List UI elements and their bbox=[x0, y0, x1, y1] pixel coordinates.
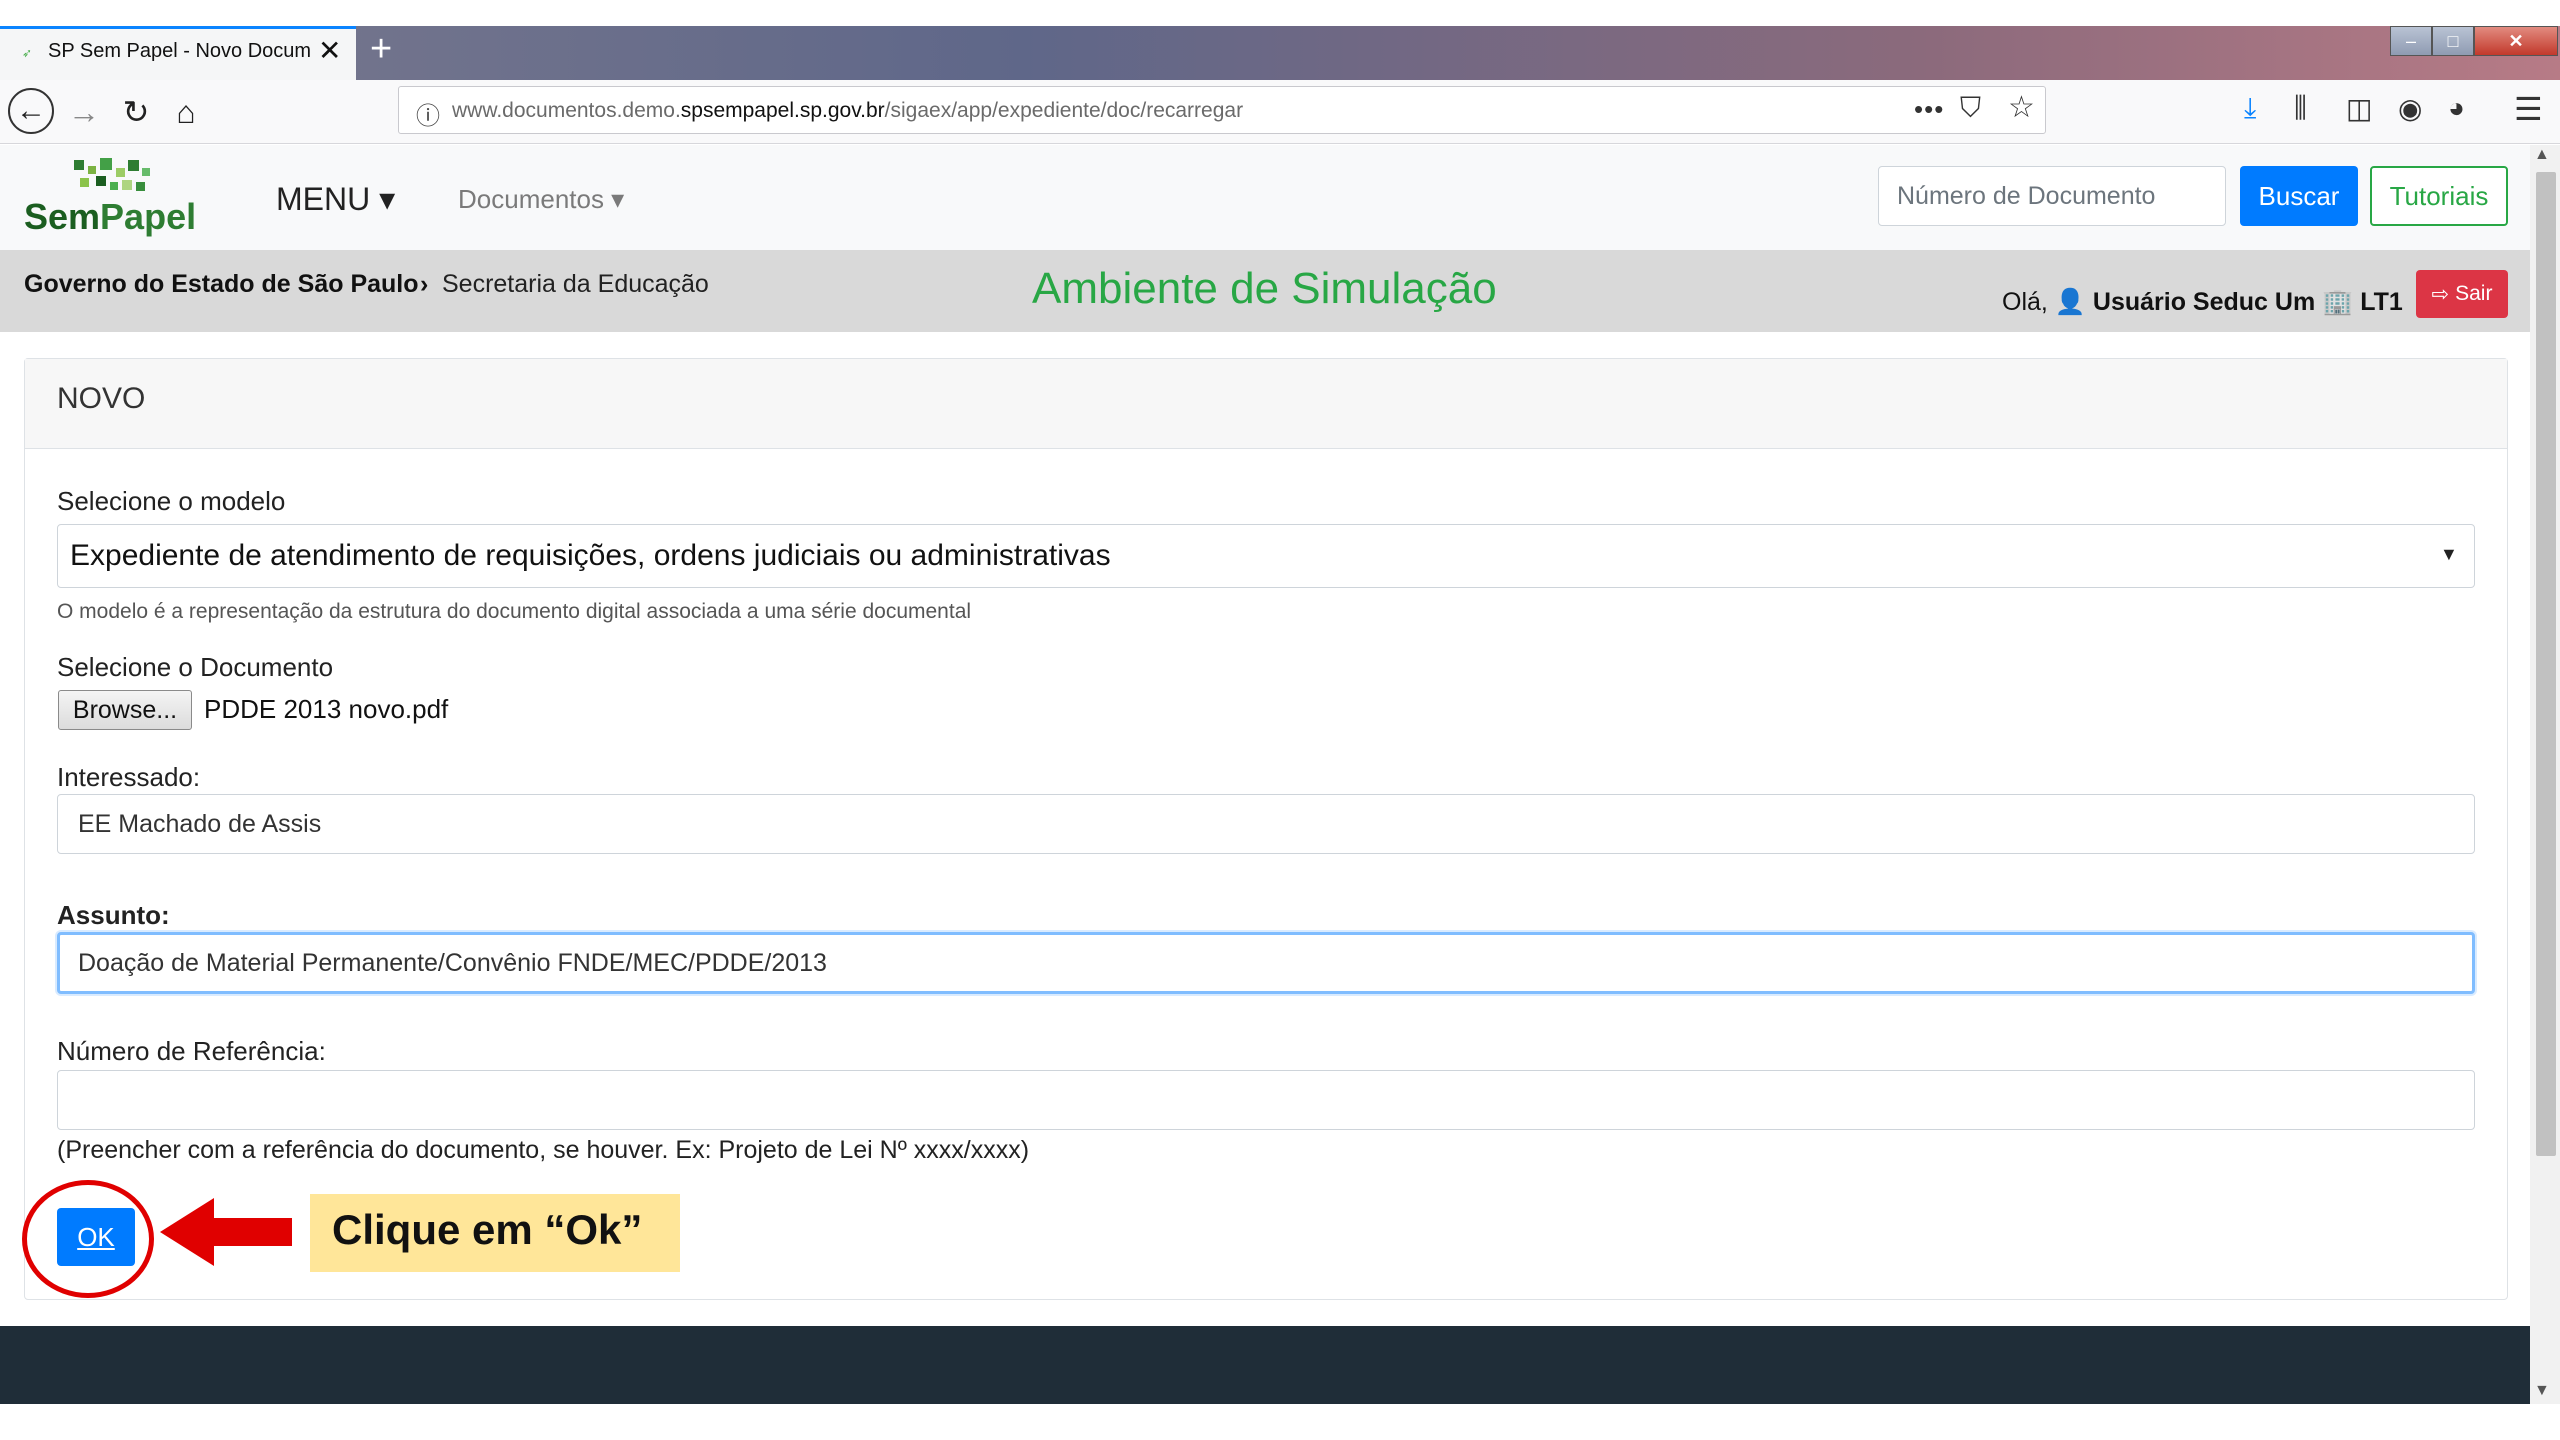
interessado-label: Interessado: bbox=[57, 762, 201, 792]
arrow-shaft bbox=[212, 1218, 292, 1246]
reload-button[interactable]: ↻ bbox=[112, 88, 160, 136]
window-controls: – □ ✕ bbox=[2390, 26, 2558, 56]
highlight-circle bbox=[22, 1180, 154, 1298]
download-icon[interactable]: ⤓ bbox=[2244, 92, 2256, 125]
url-prefix: www.documentos.demo. bbox=[452, 99, 681, 122]
tab-favicon-icon: ➶ bbox=[22, 46, 33, 60]
minimize-window-button[interactable]: – bbox=[2390, 26, 2432, 56]
reference-number-label: Número de Referência: bbox=[57, 1036, 326, 1066]
user-name: Usuário Seduc Um bbox=[2092, 288, 2316, 316]
extension-icon[interactable]: ◕ bbox=[2448, 92, 2465, 124]
bottom-strip bbox=[0, 1404, 2560, 1440]
close-window-button[interactable]: ✕ bbox=[2474, 26, 2558, 56]
url-domain: spsempapel.sp.gov.br bbox=[680, 99, 885, 122]
library-icon[interactable]: ⫼ bbox=[2294, 92, 2307, 125]
breadcrumb-separator-icon: › bbox=[420, 270, 429, 298]
site-info-icon[interactable]: ⓘ bbox=[416, 96, 440, 131]
user-unit: LT1 bbox=[2360, 288, 2403, 316]
document-label: Selecione o Documento bbox=[57, 652, 334, 682]
sempapel-logo-icon bbox=[74, 158, 150, 191]
scroll-down-icon[interactable]: ▼ bbox=[2534, 1382, 2550, 1400]
card-title: NOVO bbox=[57, 382, 146, 415]
card-header bbox=[25, 359, 2507, 449]
logout-icon: ⇨ bbox=[2431, 282, 2450, 306]
hamburger-menu-icon[interactable]: ☰ bbox=[2514, 90, 2543, 128]
assunto-input[interactable] bbox=[57, 932, 2475, 994]
greeting-prefix: Olá, bbox=[2002, 288, 2055, 316]
bookmark-star-icon[interactable]: ☆ bbox=[2008, 90, 2035, 125]
model-label: Selecione o modelo bbox=[57, 486, 286, 516]
logo-word-papel: Papel bbox=[100, 196, 197, 237]
sempapel-logo-text[interactable]: SemPapel bbox=[24, 196, 196, 238]
tab-title: SP Sem Papel - Novo Documen bbox=[48, 40, 310, 62]
breadcrumb-government: Governo do Estado de São Paulo bbox=[24, 270, 419, 298]
user-icon: 👤 bbox=[2054, 288, 2086, 316]
documents-dropdown[interactable]: Documentos ▾ bbox=[458, 184, 624, 215]
new-tab-button[interactable]: + bbox=[370, 28, 392, 71]
url-text[interactable]: www.documentos.demo.spsempapel.sp.gov.br… bbox=[452, 99, 1243, 123]
main-menu-dropdown[interactable]: MENU ▾ bbox=[276, 180, 395, 218]
document-number-search-input[interactable] bbox=[1878, 166, 2226, 226]
home-button[interactable]: ⌂ bbox=[162, 88, 210, 136]
url-path: /sigaex/app/expediente/doc/recarregar bbox=[884, 99, 1244, 122]
instruction-callout-text: Clique em “Ok” bbox=[332, 1206, 643, 1253]
building-icon: 🏢 bbox=[2322, 288, 2354, 316]
scroll-up-icon[interactable]: ▲ bbox=[2534, 146, 2550, 164]
breadcrumb-secretariat: Secretaria da Educação bbox=[442, 270, 709, 298]
pocket-icon[interactable]: ⛉ bbox=[1960, 92, 1981, 125]
browse-file-button[interactable]: Browse... bbox=[58, 690, 192, 730]
scrollbar-thumb[interactable] bbox=[2536, 172, 2556, 1156]
back-button[interactable]: ← bbox=[8, 88, 54, 134]
search-button[interactable]: Buscar bbox=[2240, 166, 2358, 226]
user-greeting: Olá, 👤 Usuário Seduc Um 🏢 LT1 bbox=[2002, 288, 2403, 317]
tutorials-button[interactable]: Tutoriais bbox=[2370, 166, 2508, 226]
sidebar-icon[interactable]: ◫ bbox=[2346, 92, 2372, 125]
page-footer bbox=[0, 1326, 2530, 1404]
logo-word-sem: Sem bbox=[24, 196, 101, 237]
environment-title: Ambiente de Simulação bbox=[1032, 264, 1497, 313]
model-select[interactable]: Expediente de atendimento de requisições… bbox=[57, 524, 2475, 588]
model-help-text: O modelo é a representação da estrutura … bbox=[57, 600, 972, 623]
maximize-window-button[interactable]: □ bbox=[2432, 26, 2474, 56]
interessado-input[interactable] bbox=[57, 794, 2475, 854]
tab-close-icon[interactable]: ✕ bbox=[318, 34, 341, 67]
logout-button[interactable]: ⇨ Sair bbox=[2416, 270, 2508, 318]
reference-number-input[interactable] bbox=[57, 1070, 2475, 1130]
forward-button[interactable]: → bbox=[60, 88, 108, 136]
reference-help-text: (Preencher com a referência do documento… bbox=[57, 1136, 1030, 1164]
page-actions-icon[interactable]: ••• bbox=[1914, 94, 1944, 125]
arrow-left-icon bbox=[160, 1198, 214, 1266]
account-icon[interactable]: ◉ bbox=[2398, 92, 2422, 125]
caret-down-icon[interactable]: ▼ bbox=[2440, 544, 2458, 565]
selected-file-name: PDDE 2013 novo.pdf bbox=[204, 694, 449, 724]
logout-label: Sair bbox=[2455, 282, 2493, 305]
assunto-label: Assunto: bbox=[57, 900, 170, 930]
